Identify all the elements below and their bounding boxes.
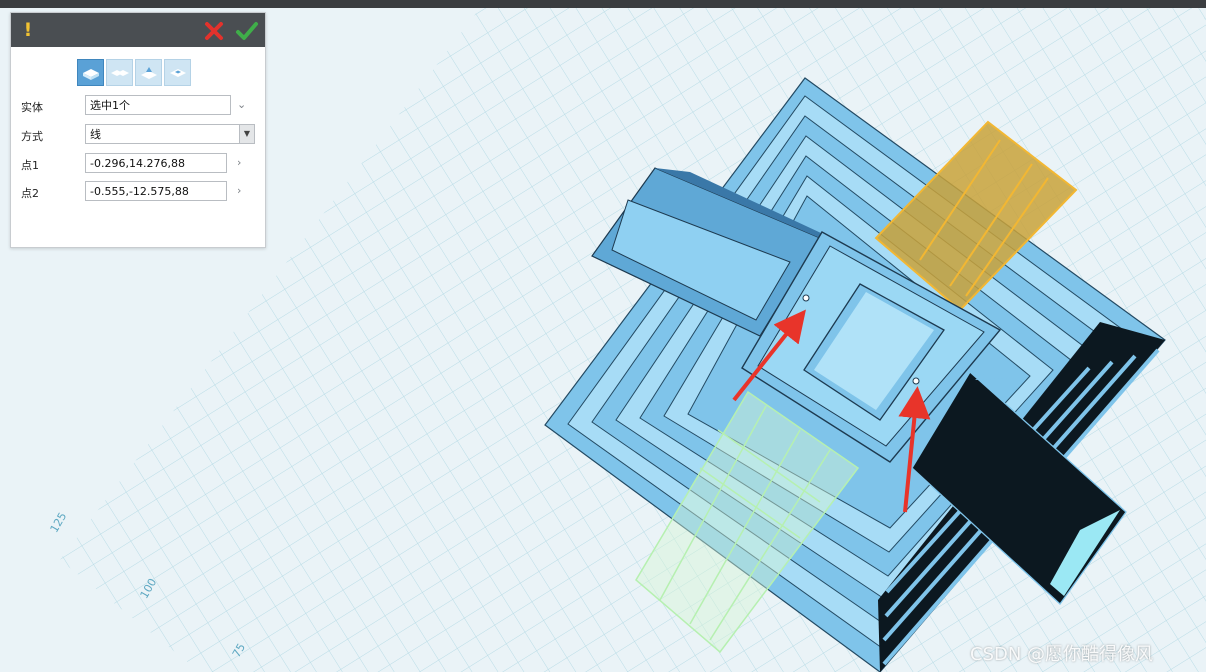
- method-label: 方式: [21, 130, 43, 143]
- dropdown-arrow-icon[interactable]: ▼: [239, 125, 254, 143]
- entity-row: 实体 选中1个 ⌄: [11, 95, 265, 119]
- solid-blocks-icon[interactable]: [77, 59, 104, 86]
- point1-label: 点1: [21, 159, 39, 172]
- method-row: 方式 线 ▼: [11, 124, 265, 148]
- entity-label: 实体: [21, 101, 43, 114]
- chevron-down-icon[interactable]: ⌄: [237, 98, 246, 111]
- method-select[interactable]: 线 ▼: [85, 124, 255, 144]
- point2-field[interactable]: -0.555,-12.575,88: [85, 181, 227, 201]
- command-panel: ! 实体 选中1个 ⌄ 方式 线 ▼ 点1 -0.296,14.276,88 ›…: [10, 12, 266, 248]
- point2-label: 点2: [21, 187, 39, 200]
- entity-field[interactable]: 选中1个: [85, 95, 231, 115]
- merge-blocks-icon[interactable]: [106, 59, 133, 86]
- panel-header: !: [11, 13, 265, 47]
- mode-toolbar: [77, 59, 191, 86]
- chevron-right-icon[interactable]: ›: [237, 156, 241, 169]
- subtract-up-icon[interactable]: [135, 59, 162, 86]
- confirm-icon[interactable]: [235, 20, 259, 42]
- top-bar: [0, 0, 1206, 8]
- method-value: 线: [90, 128, 101, 141]
- cancel-icon[interactable]: [203, 20, 225, 42]
- point1-row: 点1 -0.296,14.276,88 ›: [11, 153, 265, 177]
- point1-field[interactable]: -0.296,14.276,88: [85, 153, 227, 173]
- chevron-right-icon[interactable]: ›: [237, 184, 241, 197]
- watermark: CSDN @愿你酷得像风: [970, 644, 1154, 665]
- point2-row: 点2 -0.555,-12.575,88 ›: [11, 181, 265, 205]
- intersect-icon[interactable]: [164, 59, 191, 86]
- warning-icon: !: [23, 19, 33, 41]
